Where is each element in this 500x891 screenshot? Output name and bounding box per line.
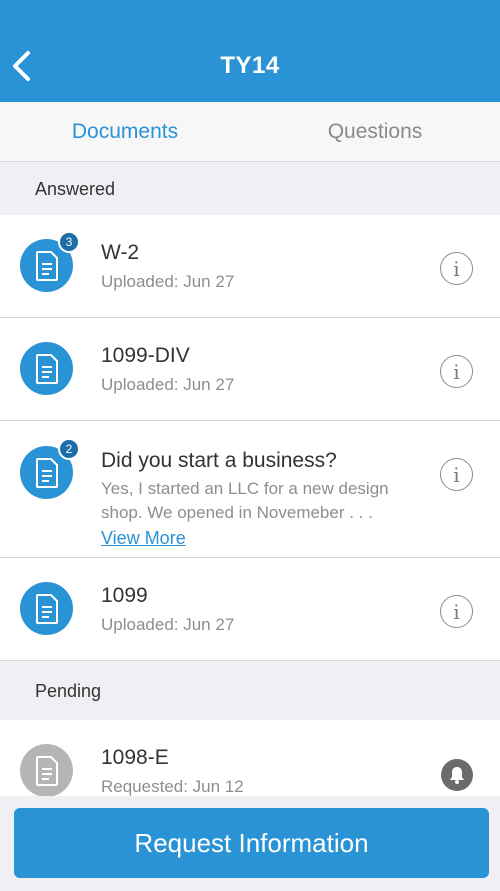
request-information-button[interactable]: Request Information [14,808,489,878]
row-title: W-2 [101,241,140,264]
row-title: Did you start a business? [101,449,337,472]
document-icon [20,744,73,797]
list-item-1099[interactable]: 1099 Uploaded: Jun 27 i [0,558,500,661]
tab-documents[interactable]: Documents [0,102,250,161]
nav-bar: TY14 [0,0,500,102]
row-subtitle: Uploaded: Jun 27 [101,615,235,634]
info-icon[interactable]: i [440,458,473,491]
bell-icon[interactable] [441,759,473,791]
section-header-pending: Pending [0,662,500,720]
count-badge: 2 [58,438,80,460]
bottom-bar: Request Information [0,796,500,891]
list-item-business-question[interactable]: 2 Did you start a business? Yes, I start… [0,421,500,558]
view-more-link[interactable]: View More [101,528,186,549]
row-subtitle: Uploaded: Jun 27 [101,272,235,291]
info-icon[interactable]: i [440,252,473,285]
row-subtitle: Requested: Jun 12 [101,777,244,796]
row-description: Yes, I started an LLC for a new design s… [101,479,389,522]
row-title: 1099-DIV [101,344,190,367]
list-item-1099-div[interactable]: 1099-DIV Uploaded: Jun 27 i [0,318,500,421]
document-icon [20,342,73,395]
document-icon [20,582,73,635]
document-icon: 2 [20,438,80,499]
list-item-w2[interactable]: 3 W-2 Uploaded: Jun 27 i [0,215,500,318]
segmented-tabs: Documents Questions [0,102,500,162]
info-icon[interactable]: i [440,595,473,628]
count-badge: 3 [58,231,80,253]
page-title: TY14 [220,52,280,79]
document-icon: 3 [20,231,80,292]
row-subtitle: Uploaded: Jun 27 [101,375,235,394]
info-icon[interactable]: i [440,355,473,388]
row-title: 1098-E [101,746,169,769]
row-title: 1099 [101,584,148,607]
section-header-answered: Answered [0,163,500,215]
tab-questions[interactable]: Questions [250,102,500,161]
